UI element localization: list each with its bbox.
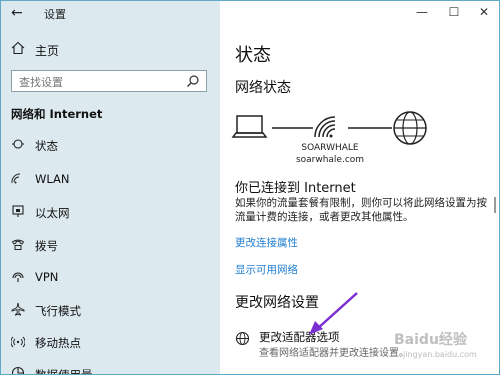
page-title: 状态 — [235, 45, 271, 66]
sidebar-item-label: 移动热点 — [35, 336, 81, 350]
dialup-icon — [11, 239, 25, 250]
wifi-signal-icon — [314, 116, 336, 138]
sidebar-item-label: 状态 — [35, 139, 58, 153]
globe-icon — [393, 111, 427, 145]
app-title: 设置 — [44, 8, 66, 21]
minimize-button[interactable]: — — [408, 3, 436, 21]
connection-status-title: 你已连接到 Internet — [235, 181, 356, 196]
ethernet-icon — [12, 205, 24, 217]
network-status-heading: 网络状态 — [235, 80, 291, 96]
network-name: SOARWHALE — [301, 143, 359, 153]
watermark-url: jingyan.baidu.com — [403, 350, 477, 359]
sidebar-item-label: 数据使用量 — [35, 368, 93, 375]
vpn-icon — [12, 272, 24, 282]
airplane-icon — [11, 302, 25, 316]
status-icon — [12, 139, 24, 149]
sidebar-item-label: 飞行模式 — [35, 304, 81, 318]
sidebar-item-home[interactable]: 主页 — [1, 39, 220, 61]
sidebar-item-label: 以太网 — [35, 206, 70, 220]
sidebar-item-status[interactable]: 状态 — [1, 134, 220, 156]
sidebar-item-label: WLAN — [35, 172, 70, 186]
sidebar-item-airplane[interactable]: 飞行模式 — [1, 299, 220, 321]
sidebar-item-label: 拨号 — [35, 239, 58, 253]
section-heading: 网络和 Internet — [11, 107, 103, 121]
connection-status-description: 如果你的流量套餐有限制，则你可以将此网络设置为按流量计费的连接，或者更改其他属性… — [235, 197, 487, 223]
adapter-icon[interactable] — [235, 331, 250, 346]
wifi-icon — [11, 173, 21, 184]
sidebar-item-vpn[interactable]: VPN — [1, 266, 220, 288]
watermark-logo: Baidu经验 — [394, 332, 467, 348]
sidebar: ← 设置 主页 查找设置 网络和 Internet 状态 WLAN 以太网 拨号… — [1, 1, 220, 375]
sidebar-item-dialup[interactable]: 拨号 — [1, 234, 220, 256]
home-icon — [11, 41, 25, 55]
maximize-button[interactable]: ☐ — [440, 3, 468, 21]
back-arrow-icon[interactable]: ← — [11, 5, 27, 21]
title-bar: ← 设置 — [1, 1, 220, 27]
laptop-icon — [231, 115, 268, 138]
data-usage-icon — [11, 366, 25, 374]
search-placeholder: 查找设置 — [19, 76, 63, 89]
search-icon[interactable] — [186, 74, 200, 88]
sidebar-item-data-usage[interactable]: 数据使用量 — [1, 363, 220, 375]
sidebar-item-label: VPN — [35, 270, 59, 284]
sidebar-item-label: 主页 — [35, 44, 60, 58]
change-connection-properties-link[interactable]: 更改连接属性 — [235, 235, 298, 250]
scrollbar-indicator[interactable] — [494, 197, 497, 213]
annotation-arrow — [309, 292, 358, 335]
change-adapter-options-description: 查看网络适配器并更改连接设置。 — [259, 348, 409, 359]
hotspot-icon — [11, 336, 25, 348]
show-available-networks-link[interactable]: 显示可用网络 — [235, 262, 298, 277]
close-button[interactable]: ✕ — [470, 3, 498, 21]
sidebar-item-wlan[interactable]: WLAN — [1, 168, 220, 190]
sidebar-item-hotspot[interactable]: 移动热点 — [1, 331, 220, 353]
network-domain: soarwhale.com — [295, 155, 365, 165]
search-input[interactable]: 查找设置 — [11, 70, 207, 92]
settings-window: ← 设置 主页 查找设置 网络和 Internet 状态 WLAN 以太网 拨号… — [0, 0, 500, 375]
sidebar-item-ethernet[interactable]: 以太网 — [1, 201, 220, 223]
